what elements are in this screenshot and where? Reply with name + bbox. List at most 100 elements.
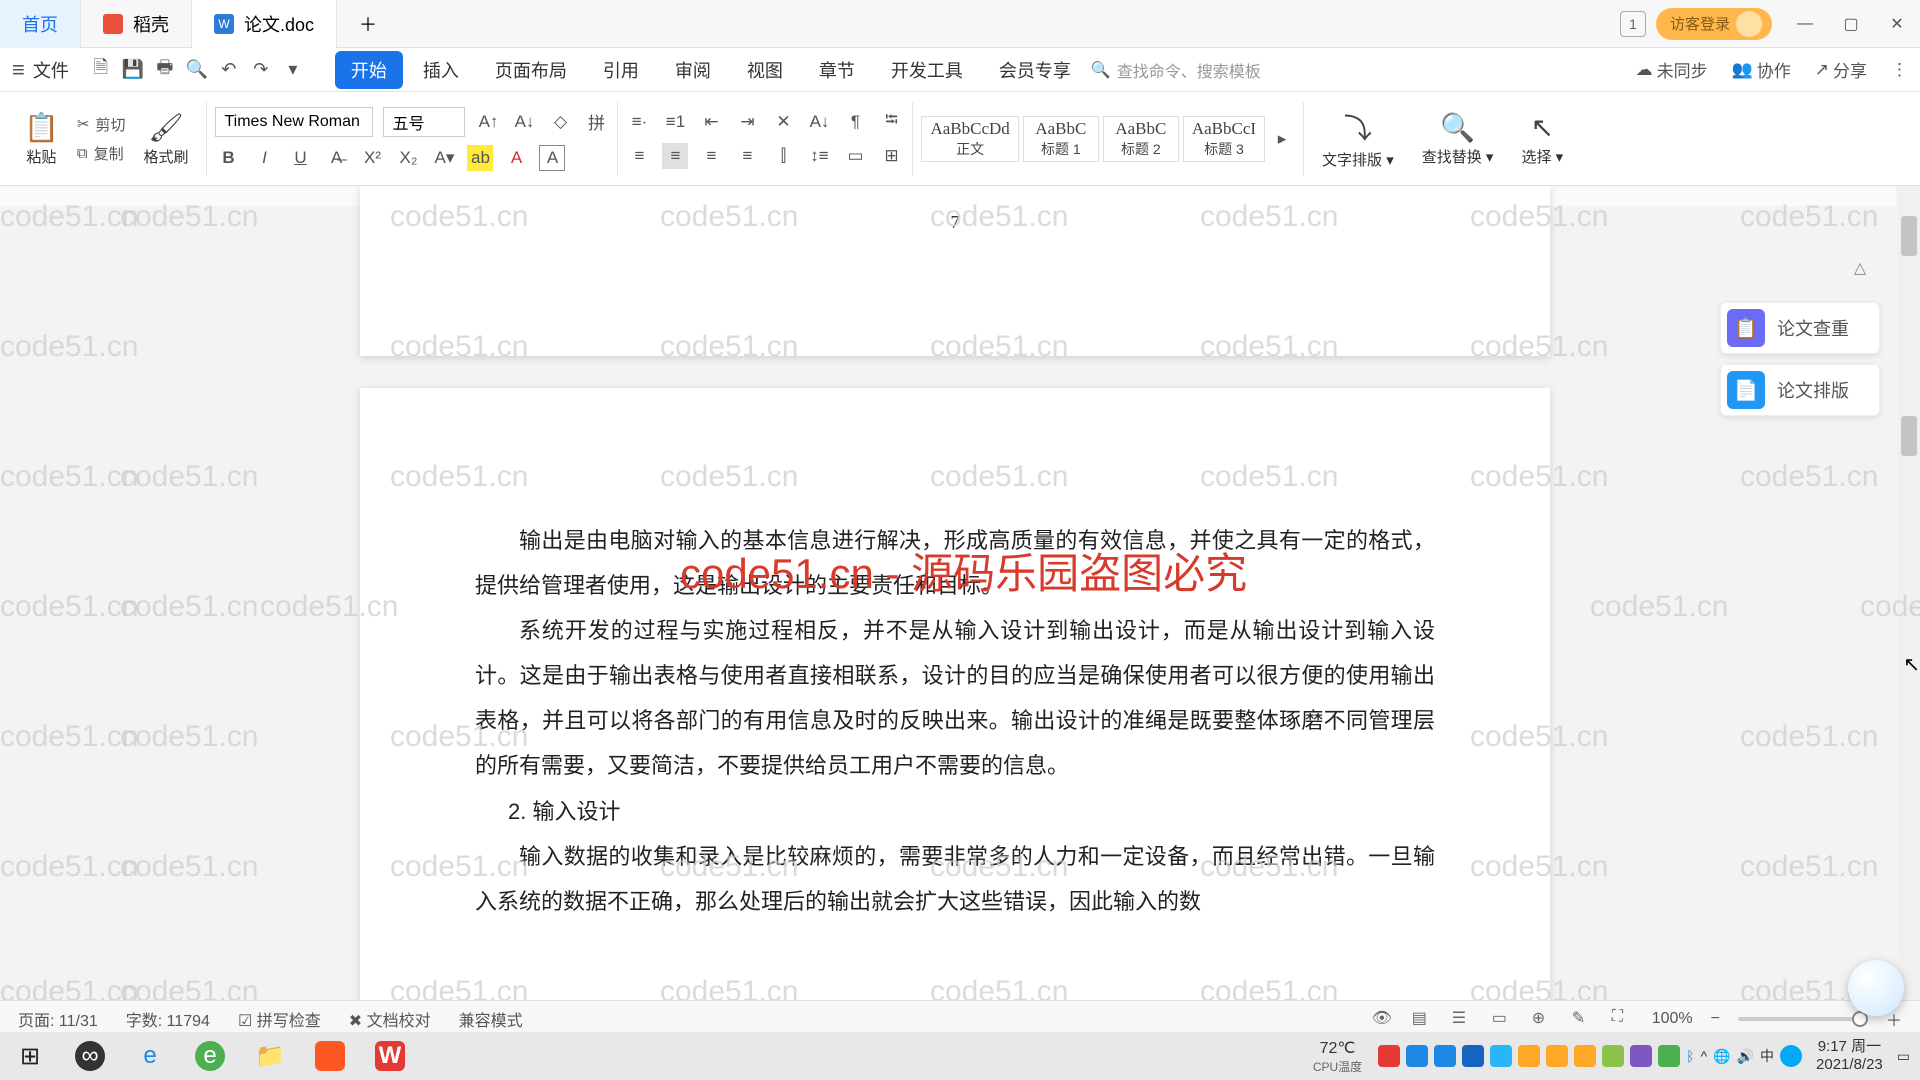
action-center-icon[interactable]: ▭	[1897, 1048, 1910, 1065]
assistant-bubble[interactable]	[1848, 960, 1904, 1016]
tray-icon[interactable]	[1490, 1045, 1512, 1067]
new-doc-icon[interactable]: 🗎	[87, 56, 115, 84]
strike-button[interactable]: A̶	[323, 145, 349, 171]
pen-icon[interactable]: ✎	[1572, 1008, 1594, 1030]
asian-layout-button[interactable]: ✕	[770, 109, 796, 135]
menu-review[interactable]: 审阅	[659, 51, 727, 89]
tab-home[interactable]: 首页	[0, 0, 81, 48]
menu-page-layout[interactable]: 页面布局	[479, 51, 583, 89]
zoom-value[interactable]: 100%	[1652, 1010, 1693, 1028]
italic-button[interactable]: I	[251, 145, 277, 171]
maximize-button[interactable]: ▢	[1828, 0, 1874, 48]
menu-member[interactable]: 会员专享	[983, 51, 1087, 89]
file-menu[interactable]: 文件	[33, 57, 69, 83]
page-indicator[interactable]: 页面: 11/31	[18, 1007, 98, 1031]
select-button[interactable]: ↖选择 ▾	[1511, 97, 1573, 181]
task-ie[interactable]: e	[120, 1032, 180, 1080]
tray-icon[interactable]	[1406, 1045, 1428, 1067]
print-icon[interactable]: 🖶	[151, 56, 179, 84]
minimize-button[interactable]: —	[1782, 0, 1828, 48]
sort-button[interactable]: A↓	[806, 109, 832, 135]
show-marks-button[interactable]: ¶	[842, 109, 868, 135]
distribute-button[interactable]: ⫿	[770, 143, 796, 169]
tab-document[interactable]: W论文.doc	[192, 0, 337, 48]
align-left-button[interactable]: ≡	[626, 143, 652, 169]
share-button[interactable]: ↗ 分享	[1815, 57, 1867, 82]
cpu-temp[interactable]: 72℃	[1313, 1038, 1362, 1058]
tray-icon[interactable]	[1658, 1045, 1680, 1067]
paper-check-button[interactable]: 📋论文查重	[1720, 302, 1880, 354]
paste-icon[interactable]: 📋	[24, 111, 59, 144]
search-input[interactable]: 🔍 查找命令、搜索模板	[1091, 58, 1261, 82]
eye-icon[interactable]: 👁	[1372, 1008, 1394, 1030]
style-body[interactable]: AaBbCcDd正文	[921, 116, 1018, 162]
menu-references[interactable]: 引用	[587, 51, 655, 89]
style-h2[interactable]: AaBbC标题 2	[1103, 116, 1179, 162]
styles-more-button[interactable]: ▸	[1269, 126, 1295, 152]
tray-icon[interactable]	[1780, 1045, 1802, 1067]
guest-login[interactable]: 访客登录	[1656, 8, 1772, 40]
borders-button[interactable]: ⊞	[878, 143, 904, 169]
task-app-2[interactable]	[300, 1032, 360, 1080]
bold-button[interactable]: B	[215, 145, 241, 171]
find-replace-button[interactable]: 🔍查找替换 ▾	[1412, 97, 1504, 181]
clear-format-icon[interactable]: ◇	[547, 109, 573, 135]
menu-view[interactable]: 视图	[731, 51, 799, 89]
hamburger-icon[interactable]: ≡	[12, 57, 25, 83]
tray-icon[interactable]	[1630, 1045, 1652, 1067]
page-previous[interactable]: 7	[360, 186, 1550, 356]
outline-view-icon[interactable]: ☰	[1452, 1008, 1474, 1030]
page-view-icon[interactable]: ▤	[1412, 1008, 1434, 1030]
tray-icon[interactable]	[1462, 1045, 1484, 1067]
align-center-button[interactable]: ≡	[662, 143, 688, 169]
font-size-select[interactable]	[383, 107, 465, 137]
increase-indent-button[interactable]: ⇥	[734, 109, 760, 135]
menu-start[interactable]: 开始	[335, 51, 403, 89]
spell-check-toggle[interactable]: ☑ 拼写检查	[238, 1007, 321, 1031]
vertical-scrollbar[interactable]	[1898, 186, 1920, 1036]
style-h3[interactable]: AaBbCcI标题 3	[1183, 116, 1265, 162]
char-border-button[interactable]: A	[539, 145, 565, 171]
volume-icon[interactable]: 🔊	[1737, 1048, 1754, 1065]
style-h1[interactable]: AaBbC标题 1	[1023, 116, 1099, 162]
tab-button[interactable]: ⭾	[878, 109, 904, 135]
start-button[interactable]: ⊞	[0, 1032, 60, 1080]
align-right-button[interactable]: ≡	[698, 143, 724, 169]
shading-button[interactable]: ▭	[842, 143, 868, 169]
align-justify-button[interactable]: ≡	[734, 143, 760, 169]
more-icon[interactable]: ⋮	[1891, 60, 1908, 80]
fit-icon[interactable]: ⛶	[1612, 1008, 1634, 1030]
tray-icon[interactable]	[1378, 1045, 1400, 1067]
document-text[interactable]: 输出是由电脑对输入的基本信息进行解决，形成高质量的有效信息，并使之具有一定的格式…	[475, 518, 1435, 924]
styles-gallery[interactable]: AaBbCcDd正文 AaBbC标题 1 AaBbC标题 2 AaBbCcI标题…	[921, 116, 1295, 162]
web-view-icon[interactable]: ⊕	[1532, 1008, 1554, 1030]
highlight-button[interactable]: ab	[467, 145, 493, 171]
shrink-font-icon[interactable]: A↓	[511, 109, 537, 135]
tab-daoke[interactable]: 稻壳	[81, 0, 192, 48]
close-button[interactable]: ✕	[1874, 0, 1920, 48]
menu-chapter[interactable]: 章节	[803, 51, 871, 89]
cut-button[interactable]: ✂ 剪切	[77, 114, 126, 135]
paper-layout-button[interactable]: 📄论文排版	[1720, 364, 1880, 416]
grow-font-icon[interactable]: A↑	[475, 109, 501, 135]
tray-up-icon[interactable]: ^	[1701, 1048, 1708, 1064]
line-spacing-button[interactable]: ↕≡	[806, 143, 832, 169]
clock[interactable]: 9:17 周一 2021/8/23	[1816, 1038, 1883, 1074]
task-360[interactable]: e	[180, 1032, 240, 1080]
collapse-panel-icon[interactable]: △	[1840, 256, 1880, 280]
qat-dropdown-icon[interactable]: ▾	[279, 56, 307, 84]
tray-icon[interactable]	[1518, 1045, 1540, 1067]
doc-proof-toggle[interactable]: ✖ 文档校对	[349, 1007, 431, 1031]
save-icon[interactable]: 💾	[119, 56, 147, 84]
network-icon[interactable]: 🌐	[1713, 1048, 1730, 1065]
coop-button[interactable]: 👥 协作	[1732, 57, 1791, 82]
copy-button[interactable]: ⧉ 复制	[77, 143, 126, 164]
tray-icon[interactable]	[1574, 1045, 1596, 1067]
font-family-select[interactable]	[215, 107, 373, 137]
bullets-button[interactable]: ≡·	[626, 109, 652, 135]
tray-icon[interactable]	[1602, 1045, 1624, 1067]
superscript-button[interactable]: X²	[359, 145, 385, 171]
read-view-icon[interactable]: ▭	[1492, 1008, 1514, 1030]
format-painter-icon[interactable]: 🖌	[148, 111, 184, 144]
task-wps[interactable]: W	[360, 1032, 420, 1080]
